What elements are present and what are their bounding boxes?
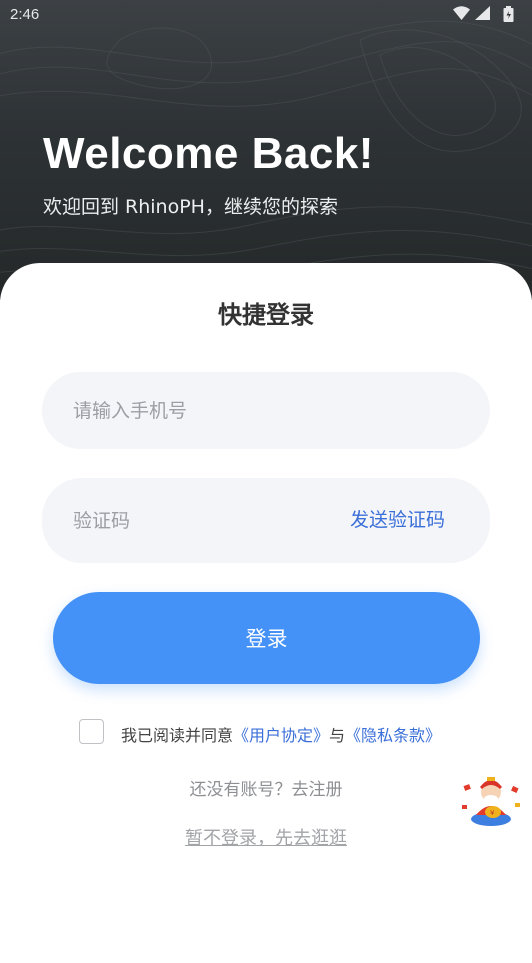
signal-icon [475, 6, 490, 24]
agreement-conjunction: 与 [329, 726, 346, 745]
agreement-row: 我已阅读并同意《用户协定》与《隐私条款》 [79, 719, 499, 747]
mascot-icon[interactable]: ¥ [460, 775, 522, 827]
register-link[interactable]: 还没有账号？去注册 [190, 780, 343, 800]
send-code-button[interactable]: 发送验证码 [350, 478, 445, 563]
status-bar: 2:46 [0, 0, 532, 30]
phone-input[interactable] [73, 372, 333, 449]
privacy-policy-link[interactable]: 《隐私条款》 [345, 726, 441, 745]
status-time: 2:46 [10, 6, 40, 23]
welcome-subtitle: 欢迎回到 RhinoPH，继续您的探索 [43, 196, 338, 218]
register-row: 还没有账号？去注册 [0, 775, 532, 800]
hero-banner: 2:46 Welcome Back! 欢迎回到 RhinoPH，继续您的探索 [0, 0, 532, 300]
skip-row: 暂不登录，先去逛逛 [0, 824, 532, 850]
battery-icon [503, 6, 514, 26]
user-agreement-link[interactable]: 《用户协定》 [233, 726, 329, 745]
login-button[interactable]: 登录 [53, 592, 480, 684]
login-card: 快捷登录 发送验证码 登录 我已阅读并同意《用户协定》与《隐私条款》 还没有账号… [0, 263, 532, 963]
wifi-icon [453, 6, 470, 24]
svg-text:¥: ¥ [490, 809, 495, 817]
verification-code-input[interactable] [73, 478, 333, 563]
phone-field [42, 372, 490, 449]
agreement-prefix: 我已阅读并同意 [121, 726, 234, 745]
skip-login-link[interactable]: 暂不登录，先去逛逛 [185, 828, 347, 849]
card-title: 快捷登录 [218, 301, 314, 329]
welcome-title: Welcome Back! [43, 129, 374, 178]
agreement-checkbox[interactable] [79, 719, 104, 744]
code-field: 发送验证码 [42, 478, 490, 563]
agreement-text: 我已阅读并同意《用户协定》与《隐私条款》 [121, 722, 441, 746]
